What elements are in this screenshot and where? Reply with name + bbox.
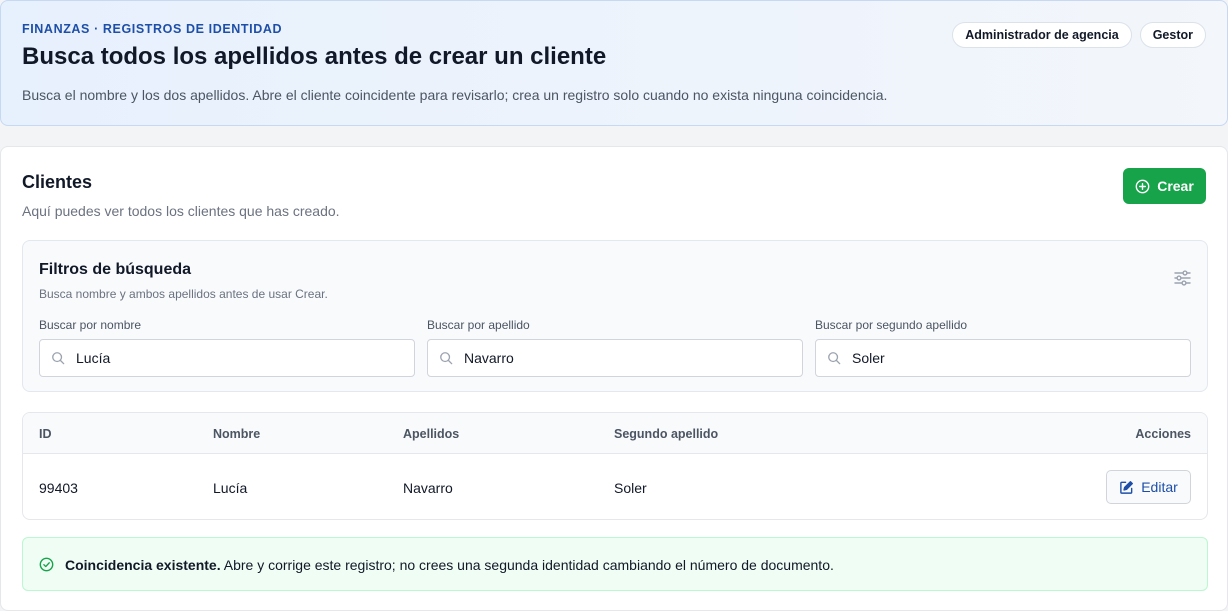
search-icon [440,352,453,365]
cell-second-last-name: Soler [614,480,647,496]
column-header-actions: Acciones [1135,427,1191,441]
create-client-label: Crear [1157,178,1194,194]
last-name-label: Buscar por apellido [427,318,530,332]
second-last-name-input-wrap [815,339,1191,377]
alert-strong: Coincidencia existente. [65,557,221,573]
pencil-square-icon [1120,480,1134,494]
role-pill-manager[interactable]: Gestor [1139,22,1206,48]
check-circle-icon [39,557,54,572]
filters-title: Filtros de búsqueda [39,261,192,278]
search-icon [52,352,65,365]
cell-name: Lucía [213,480,248,496]
breadcrumb: FINANZAS · REGISTROS DE IDENTIDAD [22,22,283,36]
role-pill-agency-admin[interactable]: Administrador de agencia [952,22,1132,48]
table-row: 99403 Lucía Navarro Soler Editar [23,454,1207,519]
sliders-icon[interactable] [1174,270,1191,286]
last-name-input-wrap [427,339,803,377]
cell-id: 99403 [39,480,78,496]
first-name-input-wrap [39,339,415,377]
alert-text: Abre y corrige este registro; no crees u… [220,557,834,573]
clients-title: Clientes [22,172,93,192]
page-title: Busca todos los apellidos antes de crear… [22,43,607,70]
filter-first-name: Buscar por nombre [39,318,415,377]
page-header: FINANZAS · REGISTROS DE IDENTIDAD Busca … [0,0,1228,126]
clients-table: ID Nombre Apellidos Segundo apellido Acc… [22,412,1208,520]
match-alert: Coincidencia existente. Abre y corrige e… [22,537,1208,591]
filters-hint: Busca nombre y ambos apellidos antes de … [39,287,328,301]
clients-subtitle: Aquí puedes ver todos los clientes que h… [22,203,340,219]
page-description: Busca el nombre y los dos apellidos. Abr… [22,87,888,103]
search-icon [828,352,841,365]
plus-circle-icon [1135,179,1150,193]
edit-button[interactable]: Editar [1106,470,1191,504]
role-switcher: Administrador de agencia Gestor [952,22,1206,48]
create-client-button[interactable]: Crear [1123,168,1206,204]
edit-label: Editar [1141,479,1178,495]
column-header-id: ID [39,427,52,441]
second-last-name-label: Buscar por segundo apellido [815,318,968,332]
cell-last-name: Navarro [403,480,453,496]
search-filters-panel: Filtros de búsqueda Busca nombre y ambos… [22,240,1208,392]
column-header-name: Nombre [213,427,261,441]
column-header-last-name: Apellidos [403,427,460,441]
clients-card: Clientes Aquí puedes ver todos los clien… [0,146,1228,611]
column-header-second-last-name: Segundo apellido [614,427,719,441]
table-header: ID Nombre Apellidos Segundo apellido Acc… [23,413,1207,454]
first-name-label: Buscar por nombre [39,318,142,332]
first-name-search-input[interactable] [76,340,406,376]
filter-last-name: Buscar por apellido [427,318,803,377]
second-last-name-search-input[interactable] [852,340,1182,376]
alert-message: Coincidencia existente. Abre y corrige e… [65,557,834,573]
last-name-search-input[interactable] [464,340,794,376]
filter-second-last-name: Buscar por segundo apellido [815,318,1191,377]
